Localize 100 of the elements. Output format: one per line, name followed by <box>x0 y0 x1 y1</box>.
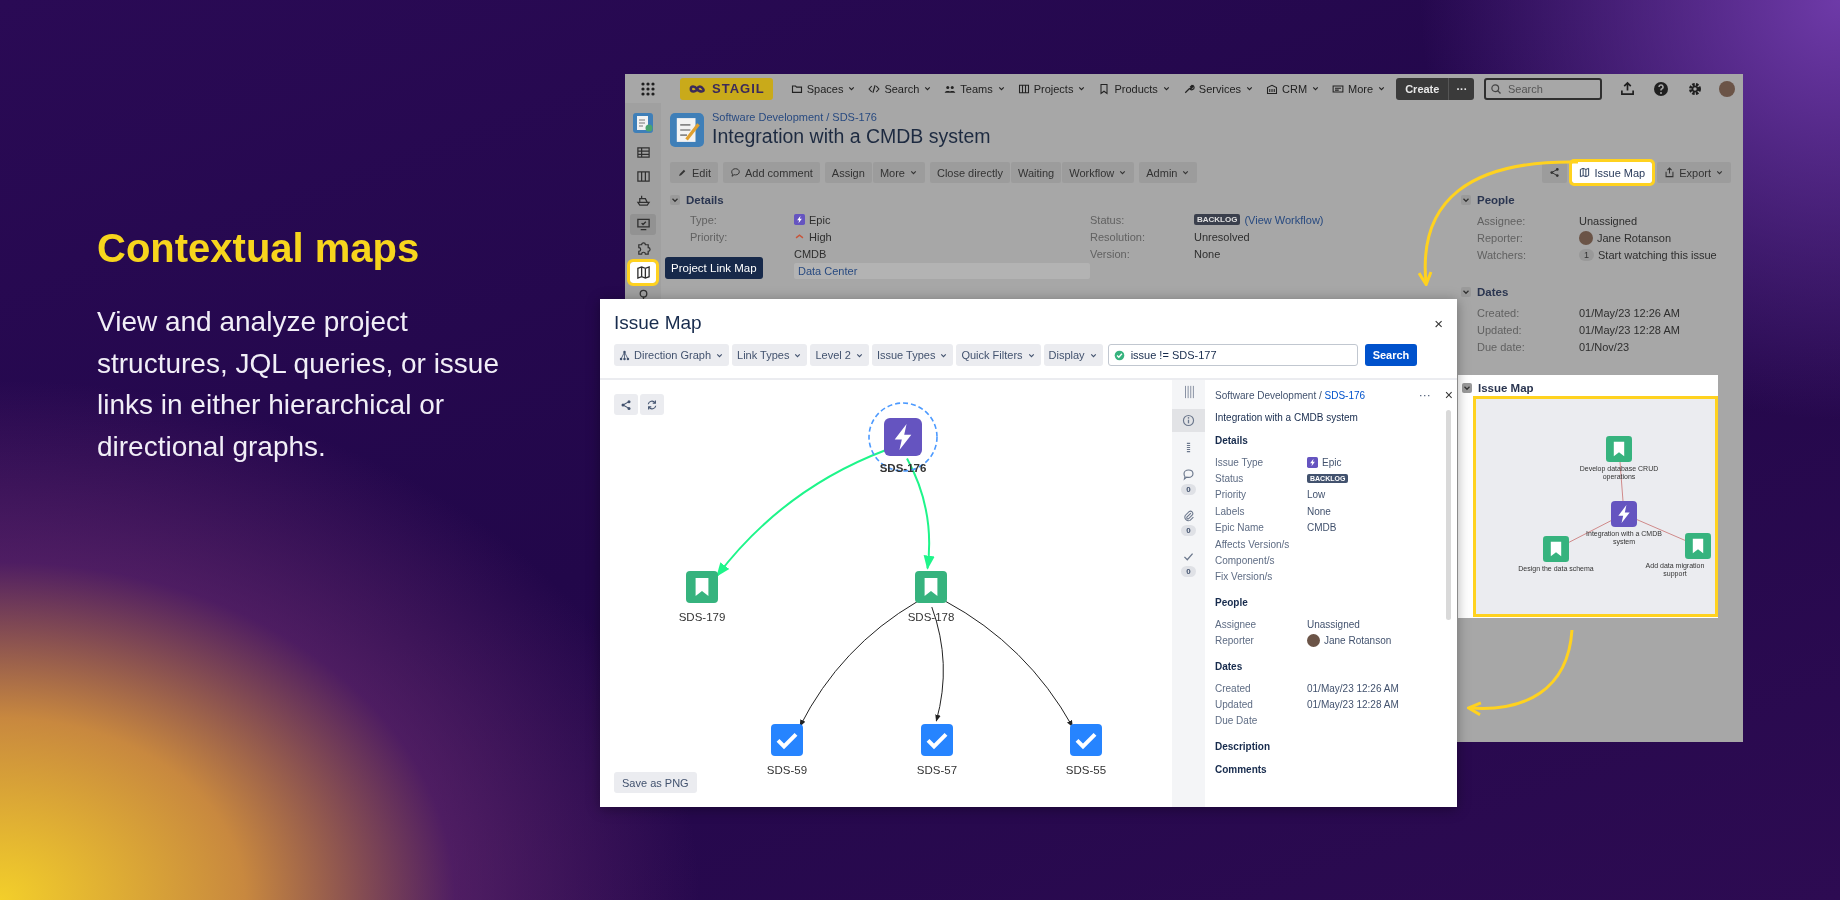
caret-icon <box>996 84 1006 93</box>
section-heading: People <box>1477 194 1515 206</box>
field-label: Fix Version/s <box>1215 570 1274 585</box>
panel-heading: Issue Map <box>1478 382 1534 394</box>
label-tag[interactable]: Data Center <box>794 262 1090 279</box>
field-value: 01/May/23 12:28 AM <box>1307 698 1400 712</box>
action-button[interactable]: More <box>872 162 925 183</box>
nav-menu[interactable]: CRM <box>1260 79 1327 98</box>
field-label: Updated <box>1215 698 1254 712</box>
section-heading: People <box>1215 597 1249 609</box>
epic-icon <box>1611 501 1637 527</box>
nav-menu[interactable]: Teams <box>938 79 1012 98</box>
field-value: Unresolved <box>1194 229 1251 245</box>
filter-dropdown[interactable]: Direction Graph <box>614 344 730 366</box>
share-icon <box>1549 167 1561 178</box>
view-workflow-link[interactable]: (View Workflow) <box>1244 213 1324 226</box>
action-button[interactable]: Workflow <box>1062 162 1135 183</box>
puzzle-icon <box>635 241 651 256</box>
action-button[interactable]: Assign <box>824 162 872 183</box>
settings-icon <box>1687 80 1703 97</box>
caret-icon <box>1077 84 1087 93</box>
nav-menu[interactable]: Services <box>1176 79 1261 98</box>
action-button[interactable]: Waiting <box>1010 162 1062 183</box>
filter-dropdown[interactable]: Link Types <box>732 344 808 366</box>
refresh-button[interactable] <box>640 394 664 415</box>
user-avatar[interactable] <box>1719 80 1735 97</box>
action-button[interactable]: Export <box>1657 162 1731 183</box>
node-label: SDS-55 <box>1065 764 1107 776</box>
collapse-icon <box>1461 195 1471 205</box>
map-icon <box>635 265 651 280</box>
share-button[interactable] <box>614 394 638 415</box>
card-icon <box>1332 82 1345 95</box>
watcher-count: 1 <box>1579 248 1594 261</box>
collapse-icon <box>1462 383 1472 393</box>
field-value: None <box>1194 246 1222 262</box>
rail-tab[interactable]: 0 <box>1172 545 1205 582</box>
nav-menu[interactable]: Spaces <box>784 79 863 98</box>
action-button[interactable]: Close directly <box>929 162 1010 183</box>
caret-icon <box>847 84 857 93</box>
field-label: Labels <box>1215 504 1246 519</box>
nav-menu[interactable]: Products <box>1092 79 1177 98</box>
close-button[interactable]: × <box>1438 387 1457 403</box>
grid-icon <box>640 80 656 97</box>
filter-dropdown[interactable]: Issue Types <box>871 344 954 366</box>
rail-tab[interactable]: 0 <box>1172 463 1205 500</box>
count-badge: 0 <box>1181 484 1196 495</box>
epic-icon <box>794 214 805 225</box>
action-button[interactable]: Add comment <box>722 162 820 183</box>
rail-tab[interactable] <box>1172 409 1205 432</box>
board-icon <box>635 169 651 184</box>
watch-link[interactable]: Start watching this issue <box>1598 248 1717 261</box>
nav-menu[interactable]: Search <box>862 79 939 98</box>
monitor-icon <box>635 217 651 232</box>
field-label: Issue Type <box>1215 455 1265 470</box>
user-avatar <box>1307 634 1320 648</box>
save-png-button[interactable]: Save as PNG <box>614 772 697 793</box>
action-button[interactable]: Issue Map <box>1572 162 1653 183</box>
board-icon <box>1017 82 1030 95</box>
refresh-icon <box>646 398 658 411</box>
promo-heading: Contextual maps <box>97 226 420 271</box>
node-label: SDS-59 <box>766 764 808 776</box>
filter-dropdown[interactable]: Display <box>1043 344 1103 366</box>
filter-dropdown[interactable]: Quick Filters <box>956 344 1041 366</box>
field-value: Unassigned <box>1579 213 1639 229</box>
section-heading: Dates <box>1477 286 1509 298</box>
query-field[interactable]: issue != SDS-177 <box>1107 344 1358 366</box>
create-button[interactable]: Create <box>1396 77 1449 100</box>
field-label: Created <box>1215 681 1252 696</box>
more-button[interactable]: ··· <box>1410 388 1439 402</box>
wrench-icon <box>1182 82 1195 95</box>
rail-tab[interactable]: 0 <box>1172 504 1205 541</box>
project-link[interactable]: Software Development <box>712 111 824 123</box>
count-badge: 0 <box>1181 566 1196 577</box>
field-label: Status <box>1215 472 1245 487</box>
collapse-icon <box>1461 287 1471 297</box>
search-button[interactable]: Search <box>1364 344 1418 366</box>
field-label: Reporter <box>1215 634 1255 649</box>
field-value: Epic <box>809 213 831 226</box>
breadcrumb-separator: / <box>826 111 830 123</box>
create-more-button[interactable]: ··· <box>1448 77 1475 100</box>
sidebar-item[interactable] <box>630 262 656 283</box>
field-label: Assignee: <box>1477 213 1527 229</box>
help-icon <box>1653 80 1669 97</box>
close-button[interactable]: × <box>1430 314 1447 332</box>
issue-key-link[interactable]: SDS-176 <box>1324 389 1366 401</box>
field-value: 01/May/23 12:26 AM <box>1307 681 1400 696</box>
issue-key-link[interactable]: SDS-176 <box>832 111 877 123</box>
action-button[interactable]: Admin <box>1139 162 1198 183</box>
user-name: Jane Rotanson <box>1324 635 1392 647</box>
caret-icon <box>1311 84 1321 93</box>
share-icon <box>620 398 632 411</box>
search-field[interactable]: Search <box>1484 77 1602 100</box>
folder-icon <box>790 82 803 95</box>
section-heading: Description <box>1215 741 1271 753</box>
filter-dropdown[interactable]: Level 2 <box>810 344 869 366</box>
field-value: CMDB <box>794 246 828 262</box>
nav-menu[interactable]: Projects <box>1011 79 1093 98</box>
action-button[interactable]: Edit <box>670 162 718 183</box>
story-icon <box>1685 533 1711 559</box>
nav-menu[interactable]: More <box>1326 79 1393 98</box>
